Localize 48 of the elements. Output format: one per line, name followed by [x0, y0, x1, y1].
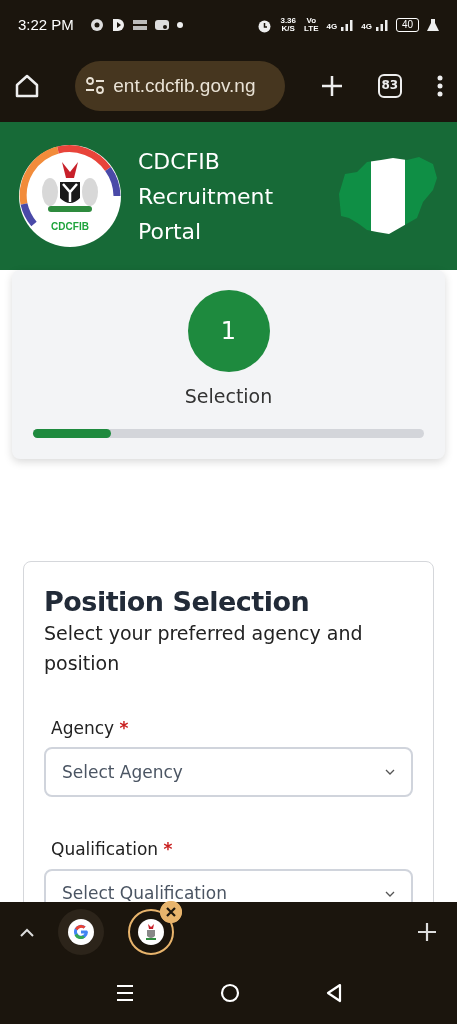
chevron-up-icon[interactable]	[20, 927, 34, 937]
more-notifications-icon	[176, 22, 183, 28]
step-label: Selection	[184, 384, 273, 409]
select-field[interactable]: Select Agency	[44, 747, 413, 798]
form-title: Position Selection	[44, 585, 311, 618]
volte-indicator: LTE	[304, 25, 319, 33]
battery-level: 40	[395, 18, 419, 32]
field-label: Qualification	[51, 839, 159, 860]
close-icon[interactable]	[160, 901, 182, 923]
chevron-down-icon	[385, 890, 395, 897]
app-notification-icon	[132, 20, 147, 30]
network-type: 4G	[326, 23, 338, 31]
status-time: 3:22 PM	[18, 14, 74, 35]
address-bar[interactable]: ent.cdcfib.gov.ng	[75, 61, 286, 111]
site-settings-icon[interactable]	[85, 77, 106, 95]
portal-title: Recruitment	[138, 182, 274, 211]
back-icon[interactable]	[325, 983, 342, 1003]
app-notification-icon	[89, 18, 104, 32]
network-speed: K/S	[280, 25, 296, 33]
recent-apps-icon[interactable]	[115, 984, 134, 1002]
logo-drawing: CDCFIB	[18, 144, 122, 248]
home-button-icon[interactable]	[219, 983, 240, 1003]
tab-count-button[interactable]: 83	[377, 74, 402, 98]
network-type: 4G	[361, 23, 372, 31]
field-label: Agency	[51, 717, 115, 738]
tab-button[interactable]	[58, 909, 104, 955]
menu-icon[interactable]	[437, 75, 443, 97]
url-text: ent.cdcfib.gov.ng	[113, 73, 256, 98]
signal-icon	[341, 19, 354, 31]
chevron-down-icon	[385, 769, 395, 776]
add-icon[interactable]	[417, 922, 437, 942]
app-notification-icon	[154, 19, 169, 31]
flask-icon	[427, 18, 439, 32]
home-icon[interactable]	[14, 73, 40, 99]
emblem-icon	[144, 923, 158, 941]
app-notification-icon	[111, 18, 125, 32]
portal-title: Portal	[138, 217, 203, 246]
network-speed: 3.36	[280, 17, 296, 25]
portal-title: CDCFIB	[138, 147, 221, 176]
step-number: 1	[187, 290, 270, 372]
required-mark: *	[119, 717, 129, 738]
select-field[interactable]: Select Qualification	[44, 868, 413, 902]
google-icon	[73, 924, 89, 940]
new-tab-icon[interactable]	[320, 75, 343, 97]
signal-icon	[375, 19, 388, 31]
volte-indicator: Vo	[305, 17, 318, 25]
required-mark: *	[163, 839, 173, 860]
form-subtitle: Select your preferred agency and position	[44, 620, 364, 676]
